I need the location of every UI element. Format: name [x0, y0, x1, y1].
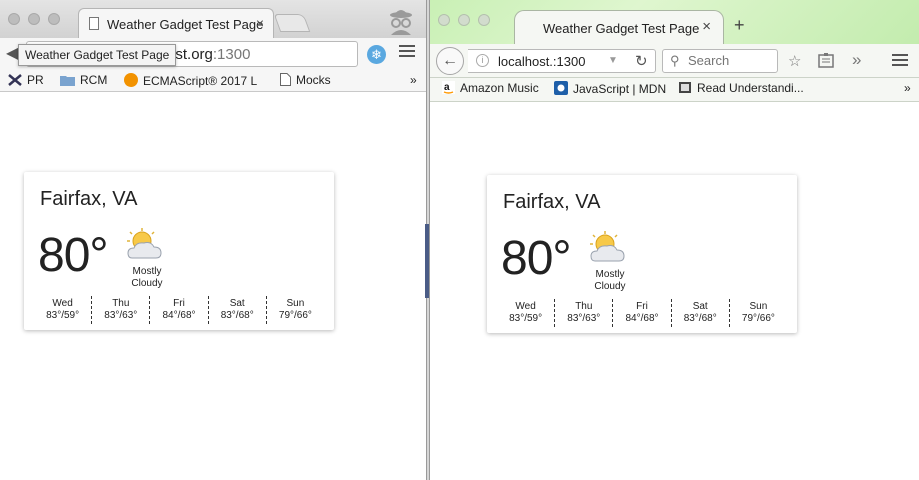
tools-icon	[8, 74, 22, 86]
firefox-toolbar: ← i localhost.:1300 ▼ ↻ ⚲ ☆ »	[430, 44, 919, 78]
chrome-tab-active[interactable]: Weather Gadget Test Page ×	[78, 8, 274, 38]
chrome-window: Weather Gadget Test Page × ◀ alhost.org:…	[0, 0, 427, 480]
search-box[interactable]: ⚲	[662, 49, 778, 73]
weather-condition: Mostly Cloudy	[131, 266, 163, 289]
amazon-icon: a	[442, 81, 455, 94]
back-arrow-icon[interactable]: ◀	[6, 43, 18, 63]
weather-card: Fairfax, VA 80° Mostly Cloudy Wed 83°/59° …	[24, 172, 334, 330]
folder-icon	[60, 76, 75, 86]
mdn-icon	[554, 81, 568, 95]
menu-icon[interactable]	[399, 45, 415, 60]
bookmarks-overflow-button[interactable]: »	[904, 81, 911, 95]
close-window-button[interactable]	[438, 14, 450, 26]
forecast-day: Fri 84°/68°	[150, 296, 209, 324]
tab-close-button[interactable]: ×	[256, 15, 264, 31]
book-icon	[679, 82, 691, 93]
bookmarks-overflow-button[interactable]: »	[410, 73, 417, 87]
new-tab-button[interactable]: +	[734, 15, 745, 36]
forecast-day: Sat 83°/68°	[672, 299, 730, 327]
weather-city: Fairfax, VA	[40, 188, 138, 210]
firefox-page-content: Fairfax, VA 80° Mostly Cloudy Wed 83°/59° …	[430, 102, 919, 480]
weather-card: Fairfax, VA 80° Mostly Cloudy Wed 83°/59° …	[487, 175, 797, 333]
minimize-window-button[interactable]	[458, 14, 470, 26]
forecast-day: Wed 83°/59°	[34, 296, 93, 324]
partly-cloudy-icon	[590, 231, 625, 262]
bookmark-mdn[interactable]: JavaScript | MDN	[554, 81, 666, 96]
tab-title: Weather Gadget Test Page	[107, 17, 264, 32]
partly-cloudy-icon	[127, 228, 162, 259]
minimize-window-button[interactable]	[28, 13, 40, 25]
chrome-titlebar: Weather Gadget Test Page ×	[0, 0, 426, 38]
forecast-row: Wed 83°/59° Thu 83°/63° Fri 84°/68° Sat 83°/…	[497, 299, 787, 327]
bookmark-pr[interactable]: PR	[8, 73, 44, 87]
weather-temperature: 80°	[501, 232, 572, 285]
incognito-icon	[390, 10, 412, 35]
forecast-day: Sun 79°/66°	[741, 301, 775, 324]
close-window-button[interactable]	[8, 13, 20, 25]
chrome-page-content: Fairfax, VA 80° Mostly Cloudy Wed 83°/59° …	[0, 92, 426, 480]
tab-tooltip: Weather Gadget Test Page	[18, 44, 177, 66]
firefox-window: Weather Gadget Test Page × + ← i localho…	[429, 0, 919, 480]
page-icon	[89, 17, 99, 30]
forecast-day: Thu 83°/63°	[555, 299, 614, 327]
search-icon: ⚲	[670, 53, 680, 68]
forecast-day: Sat 83°/68°	[209, 296, 267, 324]
bookmark-ecmascript[interactable]: ECMAScript® 2017 L	[124, 73, 257, 88]
reading-list-icon[interactable]	[818, 53, 834, 68]
tab-close-button[interactable]: ×	[702, 18, 711, 35]
bookmark-read-understanding[interactable]: Read Understandi...	[678, 81, 804, 95]
forecast-row: Wed 83°/59° Thu 83°/63° Fri 84°/68° Sat 83°/…	[34, 296, 324, 324]
menu-icon[interactable]	[892, 54, 908, 69]
info-icon[interactable]: i	[476, 54, 489, 67]
new-tab-button[interactable]	[273, 14, 311, 32]
snowflake-extension-icon[interactable]: ❄	[367, 45, 386, 64]
forecast-day: Sun 79°/66°	[278, 298, 312, 321]
bookmark-amazon-music[interactable]: a Amazon Music	[442, 81, 539, 95]
forecast-day: Thu 83°/63°	[92, 296, 151, 324]
forecast-day: Fri 84°/68°	[613, 299, 672, 327]
bookmark-mocks[interactable]: Mocks	[280, 73, 331, 87]
bookmarks-bar: PR RCM ECMAScript® 2017 L Mocks »	[0, 70, 426, 92]
zoom-window-button[interactable]	[478, 14, 490, 26]
search-input[interactable]	[688, 53, 774, 68]
ecma-icon	[124, 73, 138, 87]
toolbar-overflow-button[interactable]: »	[852, 50, 861, 70]
bookmarks-bar: a Amazon Music JavaScript | MDN Read Unde…	[430, 78, 919, 102]
bookmark-rcm[interactable]: RCM	[60, 73, 107, 87]
zoom-window-button[interactable]	[48, 13, 60, 25]
forecast-day: Wed 83°/59°	[497, 299, 556, 327]
url-bar[interactable]: i localhost.:1300 ▼ ↻	[468, 49, 656, 73]
back-arrow-icon[interactable]: ←	[436, 47, 464, 75]
weather-condition: Mostly Cloudy	[594, 269, 626, 292]
weather-city: Fairfax, VA	[503, 191, 601, 213]
firefox-tab-active[interactable]: Weather Gadget Test Page ×	[514, 10, 724, 44]
weather-temperature: 80°	[38, 229, 109, 282]
reload-icon[interactable]: ↻	[635, 52, 648, 70]
bookmark-star-icon[interactable]: ☆	[788, 52, 801, 70]
svg-text:a: a	[444, 82, 450, 93]
tab-title: Weather Gadget Test Page	[543, 21, 700, 36]
history-dropdown-icon[interactable]: ▼	[608, 55, 618, 66]
url-text: localhost.:1300	[498, 54, 586, 69]
page-icon	[280, 73, 291, 86]
firefox-titlebar: Weather Gadget Test Page × +	[430, 0, 919, 44]
